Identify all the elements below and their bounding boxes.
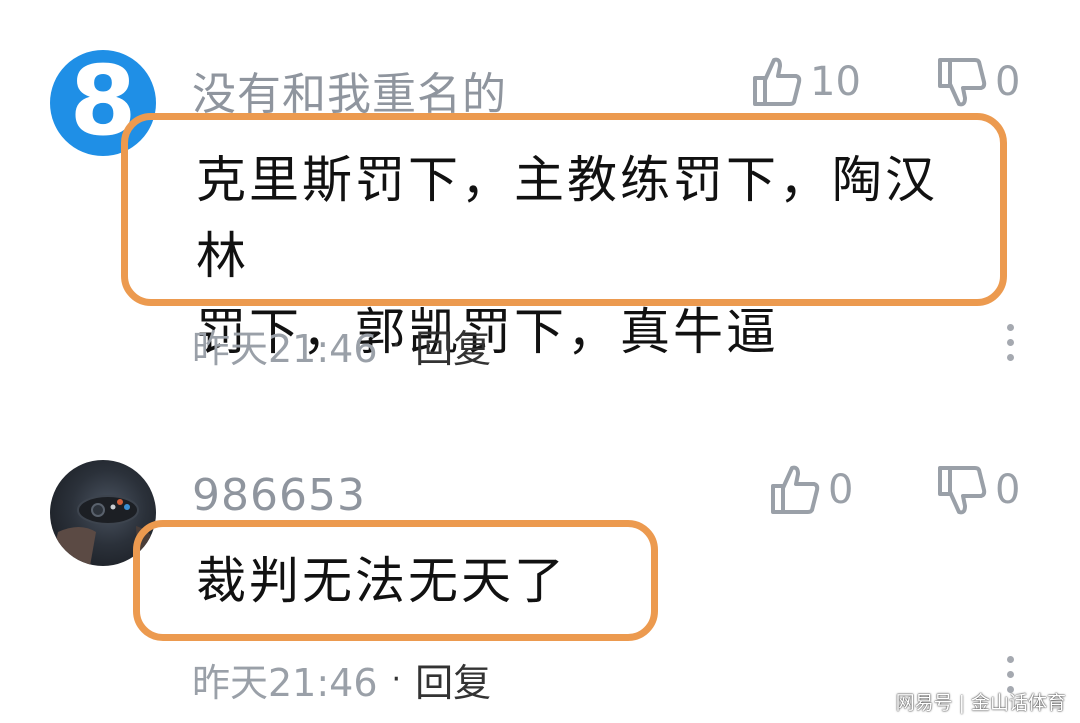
watermark-separator: | bbox=[958, 692, 965, 714]
like-count: 0 bbox=[828, 467, 854, 513]
comment-text: 裁判无法无天了 bbox=[196, 552, 567, 610]
watermark-author: 金山话体育 bbox=[970, 692, 1066, 714]
thumbs-down-icon bbox=[937, 464, 987, 516]
like-count: 10 bbox=[810, 59, 861, 105]
reply-button[interactable]: 回复 bbox=[415, 652, 491, 707]
username[interactable]: 986653 bbox=[192, 470, 366, 521]
comment-text-highlight: 裁判无法无天了 bbox=[133, 520, 658, 641]
comment-meta: 昨天21:46 · 回复 bbox=[192, 652, 491, 707]
reply-button[interactable]: 回复 bbox=[415, 318, 491, 373]
thumbs-down-icon bbox=[937, 56, 987, 108]
dislike-count: 0 bbox=[995, 59, 1021, 105]
timestamp: 昨天21:46 bbox=[192, 327, 378, 371]
comment-meta: 昨天21:46 · 回复 bbox=[192, 318, 491, 373]
dislike-button[interactable]: 0 bbox=[937, 56, 1020, 108]
dislike-count: 0 bbox=[995, 467, 1021, 513]
comment-text: 克里斯罚下，主教练罚下，陶汉林 bbox=[196, 151, 938, 285]
like-button[interactable]: 0 bbox=[770, 464, 853, 516]
comment-text-highlight: 克里斯罚下，主教练罚下，陶汉林 罚下，郭凯罚下，真牛逼 bbox=[121, 113, 1007, 361]
separator-dot: · bbox=[391, 662, 402, 697]
thumbs-up-icon bbox=[752, 56, 802, 108]
thumbs-up-icon bbox=[770, 464, 820, 516]
separator-dot: · bbox=[391, 328, 402, 363]
like-button[interactable]: 10 bbox=[752, 56, 861, 108]
timestamp: 昨天21:46 bbox=[192, 661, 378, 705]
watermark-source: 网易号 bbox=[895, 692, 953, 714]
dislike-button[interactable]: 0 bbox=[937, 464, 1020, 516]
watermark: 网易号 | 金山话体育 bbox=[896, 688, 1066, 715]
more-vertical-icon[interactable] bbox=[1007, 324, 1015, 361]
